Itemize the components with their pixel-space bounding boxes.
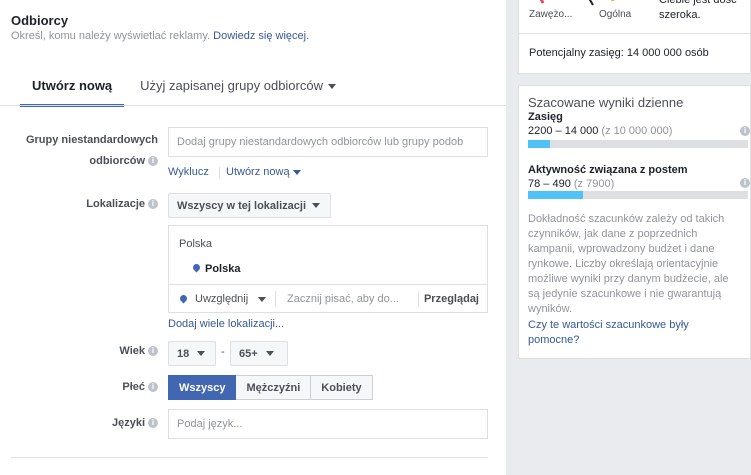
potential-reach: Potencjalny zasięg: 14 000 000 osób [529,47,709,59]
gender-option-all[interactable]: Wszyscy [168,375,237,400]
age-range-dash: - [221,346,225,358]
chevron-down-icon [292,169,301,175]
engagement-value: 78 – 490 [528,178,571,190]
section-divider [11,457,488,458]
reach-total: (z 10 000 000) [601,125,673,137]
info-icon[interactable]: i [148,382,158,393]
age-min-value: 18 [177,347,190,360]
reach-bar [528,140,748,148]
engagement-bar [528,191,748,199]
learn-more-link[interactable]: Dowiedz się więcej. [213,30,309,42]
gender-option-men[interactable]: Mężczyźni [236,375,312,400]
tab-use-saved-label: Użyj zapisanej grupy odbiorców [140,78,323,93]
create-new-audience-label: Utwórz nową [226,166,290,178]
reach-bar-fill [528,140,550,148]
location-item: Polska [205,263,241,275]
include-dropdown[interactable]: Uwzględnij [195,293,267,305]
gender-label-text: Płeć [122,381,145,393]
age-min-dropdown[interactable]: 18 [168,341,216,366]
info-icon[interactable]: i [148,346,158,357]
divider [275,291,276,307]
gender-label: Płeć i [12,381,158,393]
age-max-value: 65+ [239,347,258,360]
exclude-link[interactable]: Wyklucz [168,166,209,178]
tab-divider [0,105,506,106]
gauge-needle [588,0,594,6]
card-divider [519,33,750,34]
link-separator [219,167,220,179]
engagement-value-row: 78 – 490 (z 7900) [528,178,614,190]
feedback-link[interactable]: Czy te wartości szacunkowe były pomocne? [528,318,733,348]
location-box: Polska Polska Uwzględnij Zacznij pisać, … [168,225,488,313]
include-label: Uwzględnij [195,293,249,305]
gender-segmented-control: Wszyscy Mężczyźni Kobiety [168,375,373,400]
gauge-narrow-segment [539,0,545,4]
audience-tabs: Utwórz nową Użyj zapisanej grupy odbiorc… [20,70,348,107]
gauge-narrow-label: Zawężo... [529,9,573,20]
audience-size-desc-line1: Ciebie jest dość [659,0,737,6]
reach-value-row: 2200 – 14 000 (z 10 000 000) [528,125,672,137]
engagement-bar-fill [528,191,583,199]
tab-use-saved[interactable]: Użyj zapisanej grupy odbiorców [128,70,348,106]
info-icon[interactable]: i [740,126,750,136]
reach-label: Zasięg [528,111,563,123]
location-type-value: Wszyscy w tej lokalizacji [177,199,307,212]
custom-audiences-label-line2: odbiorców i [12,151,158,172]
gauge-broad-label: Ogólna [599,9,632,20]
locations-label: Lokalizacje i [12,198,158,210]
location-pin-icon [178,293,189,304]
location-group-header: Polska [179,238,213,250]
engagement-total: (z 7900) [573,178,615,190]
languages-label-text: Języki [111,417,145,429]
create-new-audience-link[interactable]: Utwórz nową [226,166,301,178]
locations-label-text: Lokalizacje [86,198,145,210]
reach-value: 2200 – 14 000 [528,125,599,137]
info-icon[interactable]: i [148,418,158,429]
custom-audiences-input[interactable]: Dodaj grupy niestandardowych odbiorców l… [168,127,488,157]
section-subtitle: Określ, komu należy wyświetlać reklamy. … [11,30,309,42]
chevron-down-icon [265,351,274,356]
tab-create-new[interactable]: Utwórz nową [20,70,125,107]
browse-button[interactable]: Przeglądaj [424,293,479,305]
divider [418,291,419,307]
audience-panel: Odbiorcy Określ, komu należy wyświetlać … [0,0,506,475]
chevron-down-icon [197,351,206,356]
custom-audiences-label-line2-text: odbiorców [89,155,145,167]
location-type-dropdown[interactable]: Wszyscy w tej lokalizacji [168,193,331,218]
engagement-label: Aktywność związana z postem [528,164,688,176]
audience-gauge [539,0,615,6]
age-label-text: Wiek [119,345,145,357]
info-icon[interactable]: i [148,156,158,167]
age-max-dropdown[interactable]: 65+ [230,341,288,366]
estimate-disclaimer: Dokładność szacunków zależy od takich cz… [528,213,729,315]
audience-size-card: Zawężo... Ogólna Ciebie jest dość szerok… [518,0,751,74]
custom-audiences-label: Grupy niestandardowych odbiorców i [12,130,158,172]
age-label: Wiek i [12,345,158,357]
info-icon[interactable]: i [148,199,158,210]
audience-size-description: Ciebie jest dość szeroka. [659,0,737,23]
custom-audiences-label-line1: Grupy niestandardowych [25,134,158,146]
info-icon[interactable]: i [740,178,750,188]
chevron-down-icon [327,84,336,90]
location-search-bar: Uwzględnij Zacznij pisać, aby do... Prze… [169,284,487,313]
add-many-locations-link[interactable]: Dodaj wiele lokalizacji... [168,318,284,330]
audience-size-desc-line2: szeroka. [659,9,701,21]
daily-results-title: Szacowane wyniki dzienne [528,95,684,110]
location-search-input[interactable]: Zacznij pisać, aby do... [287,293,399,305]
languages-label: Języki i [12,417,158,429]
location-pin-icon [191,262,202,273]
subtitle-text: Określ, komu należy wyświetlać reklamy. [11,30,211,42]
gauge-broad-segment [611,0,615,2]
gender-option-women[interactable]: Kobiety [311,375,373,400]
chevron-down-icon [258,296,267,302]
section-title: Odbiorcy [11,13,69,28]
chevron-down-icon [312,203,321,208]
languages-input[interactable]: Podaj język... [168,409,488,439]
